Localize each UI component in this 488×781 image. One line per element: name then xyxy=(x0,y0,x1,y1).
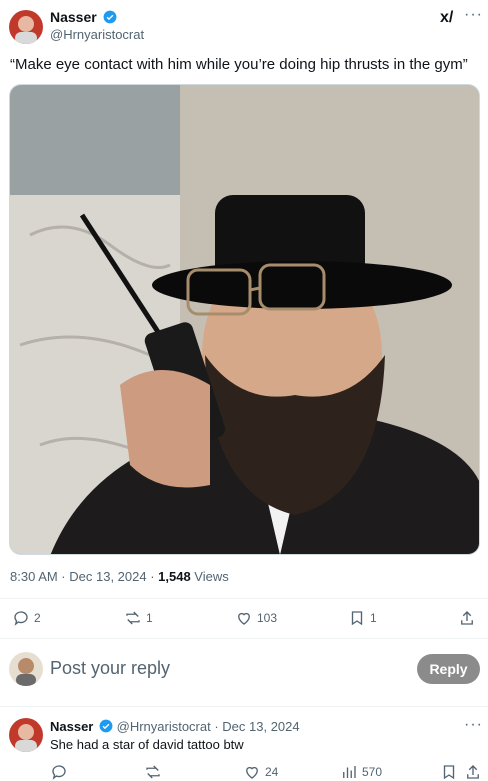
tweet-meta: 8:30 AM · Dec 13, 2024 · 1,548 Views xyxy=(10,569,229,584)
tweet-photo[interactable] xyxy=(9,84,480,555)
reply-like-action[interactable]: 24 xyxy=(243,763,278,781)
like-action[interactable]: 103 xyxy=(235,609,277,627)
reply-input[interactable]: Post your reply xyxy=(50,658,170,679)
bookmark-action[interactable]: 1 xyxy=(348,609,377,627)
author-name-row[interactable]: Nasser xyxy=(50,9,117,27)
reply-count: 2 xyxy=(34,611,41,625)
share-icon xyxy=(467,765,479,779)
author-handle[interactable]: @Hrnyaristocrat xyxy=(50,27,144,42)
photo-illustration xyxy=(10,85,479,554)
verified-badge-icon xyxy=(99,719,113,733)
bookmark-count: 1 xyxy=(370,611,377,625)
grok-icon[interactable]: x/ xyxy=(440,9,453,27)
heart-icon xyxy=(238,612,250,625)
heart-icon xyxy=(246,766,258,779)
retweet-action[interactable]: 1 xyxy=(124,609,153,627)
views-chart-icon xyxy=(343,766,356,778)
share-action[interactable] xyxy=(458,609,476,627)
verified-badge-icon xyxy=(103,10,117,24)
retweet-icon xyxy=(146,765,160,779)
reply-share-action[interactable] xyxy=(464,763,482,781)
divider xyxy=(0,598,488,599)
share-icon xyxy=(461,611,473,625)
divider xyxy=(0,706,488,707)
reply-views-action[interactable]: 570 xyxy=(340,763,382,781)
reply-author-name[interactable]: Nasser xyxy=(50,719,93,734)
reply-icon xyxy=(14,611,28,626)
viewer-avatar[interactable] xyxy=(9,652,43,686)
reply-icon xyxy=(52,765,66,780)
reply-author-avatar[interactable] xyxy=(9,718,43,752)
reply-action[interactable]: 2 xyxy=(12,609,41,627)
author-avatar[interactable] xyxy=(9,10,43,44)
reply-reply-action[interactable] xyxy=(50,763,68,781)
tweet-timestamp[interactable]: 8:30 AM · Dec 13, 2024 · xyxy=(10,569,158,584)
reply-button[interactable]: Reply xyxy=(417,654,480,684)
retweet-count: 1 xyxy=(146,611,153,625)
like-count: 103 xyxy=(257,611,278,625)
bookmark-icon xyxy=(351,611,363,626)
bookmark-icon xyxy=(443,765,455,780)
reply-handle-date[interactable]: @Hrnyaristocrat · Dec 13, 2024 xyxy=(117,719,300,734)
views-label: Views xyxy=(190,569,229,584)
author-name[interactable]: Nasser xyxy=(50,9,97,25)
reply-text: She had a star of david tattoo btw xyxy=(50,737,244,752)
reply-retweet-action[interactable] xyxy=(144,763,162,781)
reply-bookmark-action[interactable] xyxy=(440,763,458,781)
views-count: 1,548 xyxy=(158,569,191,584)
tweet-text: “Make eye contact with him while you’re … xyxy=(10,56,468,73)
reply-more-options-icon[interactable]: ··· xyxy=(464,716,483,734)
retweet-icon xyxy=(126,611,140,625)
reply-header: Nasser @Hrnyaristocrat · Dec 13, 2024 xyxy=(50,719,300,734)
reply-views-count: 570 xyxy=(362,765,383,779)
divider xyxy=(0,638,488,639)
more-options-icon[interactable]: ··· xyxy=(464,6,483,24)
reply-like-count: 24 xyxy=(265,765,279,779)
